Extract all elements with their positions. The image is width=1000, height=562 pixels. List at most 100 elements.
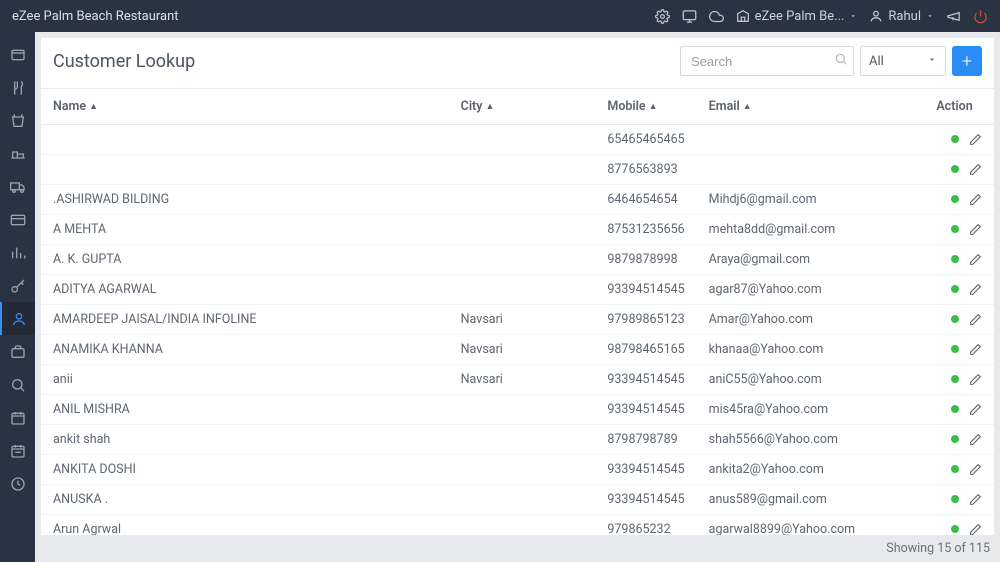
cell-city [449,125,596,155]
topbar: eZee Palm Beach Restaurant eZee Palm Be.… [0,0,1000,32]
status-dot[interactable] [951,255,959,263]
sidebar-item-calendar2[interactable] [0,434,35,467]
edit-icon[interactable] [969,463,982,476]
cell-name [41,155,449,185]
cell-name: Arun Agrwal [41,515,449,536]
cell-mobile: 9879878998 [595,245,696,275]
cell-mobile: 93394514545 [595,275,696,305]
add-button[interactable]: + [952,46,982,76]
status-dot[interactable] [951,465,959,473]
cell-city [449,245,596,275]
cell-name: .ASHIRWAD BILDING [41,185,449,215]
cell-action [924,245,994,275]
edit-icon[interactable] [969,523,982,535]
edit-icon[interactable] [969,283,982,296]
filter-select[interactable]: All [860,46,946,76]
property-selector[interactable]: eZee Palm Be... [736,9,858,24]
cloud-icon[interactable] [709,9,724,24]
cell-email [697,125,925,155]
cell-email: shah5566@Yahoo.com [697,425,925,455]
column-action: Action [924,89,994,125]
power-icon[interactable] [973,9,988,24]
sidebar-item-reports[interactable] [0,236,35,269]
status-dot[interactable] [951,165,959,173]
cell-email: Amar@Yahoo.com [697,305,925,335]
content-card: Customer Lookup All + [41,38,994,535]
sidebar-item-delivery[interactable] [0,170,35,203]
edit-icon[interactable] [969,403,982,416]
cell-action [924,305,994,335]
edit-icon[interactable] [969,253,982,266]
cell-mobile: 65465465465 [595,125,696,155]
settings-icon[interactable] [655,9,670,24]
cell-name [41,125,449,155]
edit-icon[interactable] [969,493,982,506]
edit-icon[interactable] [969,343,982,356]
cell-mobile: 97989865123 [595,305,696,335]
sidebar-item-history[interactable] [0,467,35,500]
status-dot[interactable] [951,525,959,533]
status-dot[interactable] [951,195,959,203]
search-input[interactable] [680,46,854,76]
filter-value: All [869,54,884,69]
cell-email: Mihdj6@gmail.com [697,185,925,215]
sidebar-item-orders[interactable] [0,104,35,137]
cell-mobile: 93394514545 [595,365,696,395]
column-email[interactable]: Email▲ [697,89,925,125]
sidebar-item-search[interactable] [0,368,35,401]
status-dot[interactable] [951,225,959,233]
sidebar-item-customers[interactable] [0,302,35,335]
status-dot[interactable] [951,375,959,383]
column-name[interactable]: Name▲ [41,89,449,125]
sidebar-item-frontdesk[interactable] [0,38,35,71]
column-mobile[interactable]: Mobile▲ [595,89,696,125]
property-label: eZee Palm Be... [755,9,845,24]
announce-icon[interactable] [946,9,961,24]
sidebar-item-rooms[interactable] [0,137,35,170]
cell-city [449,485,596,515]
sidebar-item-card[interactable] [0,203,35,236]
cell-name: A MEHTA [41,215,449,245]
cell-email: mis45ra@Yahoo.com [697,395,925,425]
status-dot[interactable] [951,495,959,503]
cell-email: mehta8dd@gmail.com [697,215,925,245]
cell-action [924,185,994,215]
main-content: Customer Lookup All + [35,32,1000,562]
edit-icon[interactable] [969,193,982,206]
status-dot[interactable] [951,285,959,293]
sidebar-item-dining[interactable] [0,71,35,104]
sidebar-item-briefcase[interactable] [0,335,35,368]
table-row: 65465465465 [41,125,994,155]
sidebar-item-key[interactable] [0,269,35,302]
edit-icon[interactable] [969,373,982,386]
cell-name: AMARDEEP JAISAL/INDIA INFOLINE [41,305,449,335]
status-dot[interactable] [951,345,959,353]
status-dot[interactable] [951,135,959,143]
table-row: A MEHTA87531235656mehta8dd@gmail.com [41,215,994,245]
cell-action [924,275,994,305]
table-row: .ASHIRWAD BILDING6464654654Mihdj6@gmail.… [41,185,994,215]
cell-city [449,455,596,485]
status-dot[interactable] [951,435,959,443]
status-dot[interactable] [951,315,959,323]
edit-icon[interactable] [969,163,982,176]
cell-name: A. K. GUPTA [41,245,449,275]
status-dot[interactable] [951,405,959,413]
edit-icon[interactable] [969,313,982,326]
pagination-summary: Showing 15 of 115 [35,535,1000,562]
cell-city: Navsari [449,365,596,395]
edit-icon[interactable] [969,133,982,146]
cell-name: anii [41,365,449,395]
sidebar-item-calendar[interactable] [0,401,35,434]
user-menu[interactable]: Rahul [869,9,934,24]
cell-email: agarwal8899@Yahoo.com [697,515,925,536]
edit-icon[interactable] [969,433,982,446]
column-city[interactable]: City▲ [449,89,596,125]
chevron-down-icon [927,54,937,69]
device-icon[interactable] [682,9,697,24]
edit-icon[interactable] [969,223,982,236]
cell-action [924,335,994,365]
cell-city [449,275,596,305]
table-row: ankit shah8798798789shah5566@Yahoo.com [41,425,994,455]
cell-email: anus589@gmail.com [697,485,925,515]
